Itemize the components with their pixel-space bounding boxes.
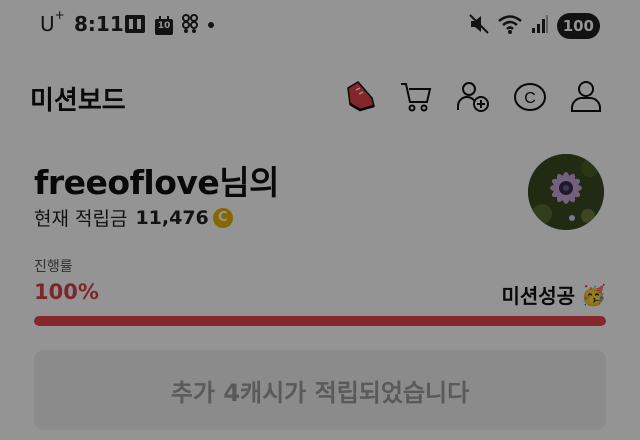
reward-notice-text: 추가 4캐시가 적립되었습니다	[170, 378, 470, 407]
calendar-icon: 10	[154, 16, 174, 36]
profile-icon[interactable]	[568, 78, 604, 114]
notification-icons: 10	[124, 14, 216, 38]
calendar-day: 10	[157, 21, 171, 31]
page-title: 미션보드	[30, 86, 126, 116]
cash-icon[interactable]: C	[512, 78, 548, 114]
coin-icon: C	[212, 207, 233, 228]
points-label: 현재 적립금	[34, 208, 128, 230]
points-summary: 현재 적립금 11,476 C	[34, 204, 233, 231]
mission-status: 미션성공 🥳	[501, 280, 606, 309]
clock: 8:11	[74, 12, 124, 36]
points-value: 11,476	[135, 206, 209, 229]
party-face-icon: 🥳	[581, 282, 606, 307]
signal-icon	[531, 13, 549, 39]
progress-bar-fill	[34, 316, 606, 326]
progress-percent: 100%	[34, 280, 99, 304]
avatar[interactable]	[528, 154, 604, 230]
sim-card-icon	[124, 14, 146, 38]
svg-text:C: C	[524, 90, 536, 107]
wifi-icon	[497, 13, 523, 39]
mute-icon	[468, 13, 489, 39]
mission-status-label: 미션성공	[501, 284, 576, 308]
progress-label: 진행률	[34, 259, 73, 275]
add-friend-icon[interactable]	[455, 78, 491, 114]
carrier-label: U+	[40, 8, 65, 36]
system-icons: 100	[468, 12, 600, 40]
user-greeting: freeoflove님의	[34, 163, 280, 202]
sneaker-icon[interactable]	[342, 78, 378, 114]
progress-bar	[34, 316, 606, 326]
app-header: 미션보드 C	[0, 70, 640, 122]
status-bar: U+ 8:11 10 100	[0, 0, 640, 52]
app-grid-icon	[182, 14, 198, 38]
battery-icon: 100	[556, 13, 600, 39]
reward-notice: 추가 4캐시가 적립되었습니다	[34, 350, 606, 430]
cart-icon[interactable]	[398, 78, 434, 114]
notification-dot-icon	[206, 14, 216, 38]
